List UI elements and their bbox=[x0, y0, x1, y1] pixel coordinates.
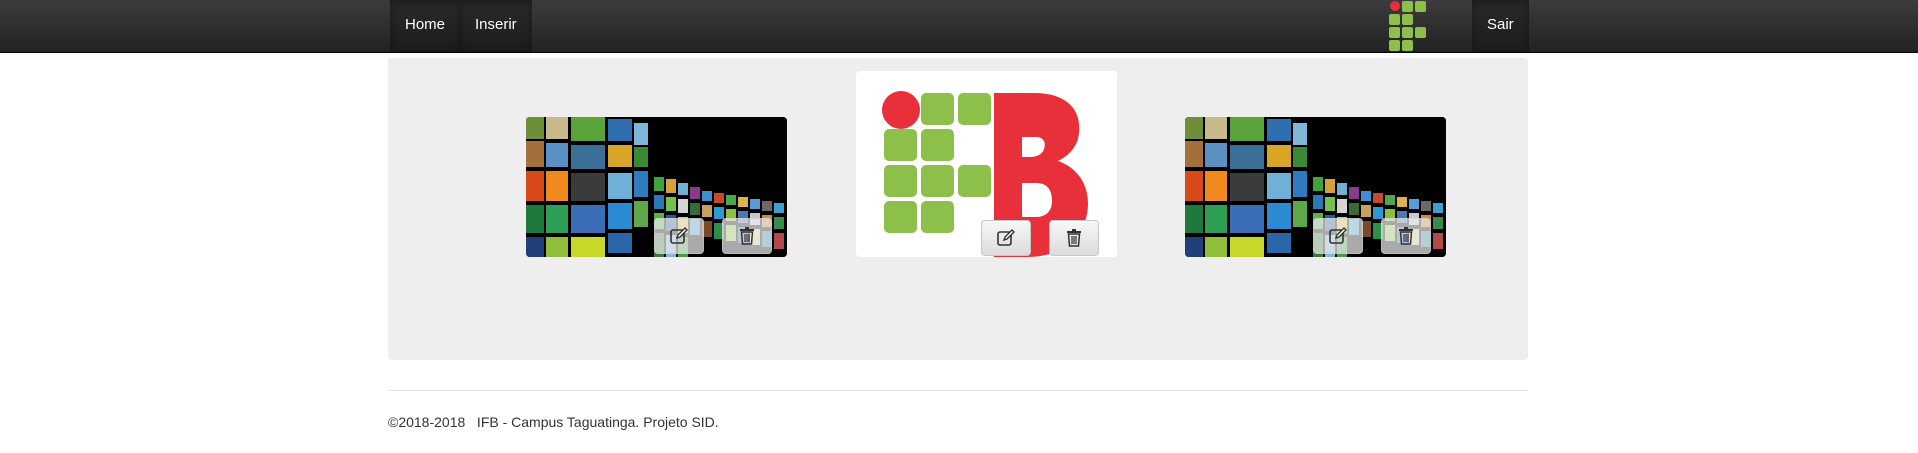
edit-icon bbox=[670, 227, 688, 244]
gallery-item-3 bbox=[1185, 117, 1446, 257]
top-navbar: Home Inserir Sair bbox=[0, 0, 1918, 53]
delete-button-1[interactable] bbox=[722, 218, 772, 254]
footer-divider bbox=[388, 390, 1528, 391]
nav-insert-label: Inserir bbox=[475, 16, 517, 33]
if-logo-icon bbox=[1389, 1, 1426, 51]
nav-logout-label: Sair bbox=[1487, 16, 1514, 33]
edit-button-1[interactable] bbox=[654, 218, 704, 254]
delete-button-2[interactable] bbox=[1049, 220, 1099, 256]
nav-home-link[interactable]: Home bbox=[390, 0, 461, 52]
trash-icon bbox=[740, 227, 754, 245]
edit-button-3[interactable] bbox=[1313, 218, 1363, 254]
trash-icon bbox=[1067, 229, 1081, 247]
nav-home-label: Home bbox=[405, 16, 446, 33]
trash-icon bbox=[1399, 227, 1413, 245]
gallery-item-1 bbox=[526, 117, 787, 257]
edit-button-2[interactable] bbox=[981, 220, 1031, 256]
edit-icon bbox=[997, 229, 1015, 246]
gallery-item-2 bbox=[856, 71, 1117, 257]
nav-insert-link[interactable]: Inserir bbox=[460, 0, 532, 52]
footer-text: ©2018-2018 IFB - Campus Taguatinga. Proj… bbox=[388, 414, 719, 430]
edit-icon bbox=[1329, 227, 1347, 244]
delete-button-3[interactable] bbox=[1381, 218, 1431, 254]
nav-logout-link[interactable]: Sair bbox=[1472, 0, 1529, 52]
gallery-panel bbox=[388, 58, 1528, 360]
